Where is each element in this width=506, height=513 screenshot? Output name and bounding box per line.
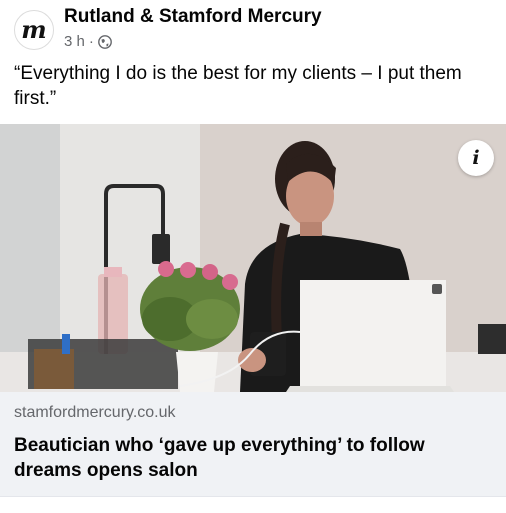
article-photo[interactable] bbox=[0, 124, 506, 392]
post-time[interactable]: 3 h bbox=[64, 33, 85, 50]
mercury-logo-icon: m bbox=[21, 15, 47, 44]
meta-separator: · bbox=[88, 33, 94, 50]
link-preview-card[interactable]: stamfordmercury.co.uk Beautician who ‘ga… bbox=[0, 392, 506, 496]
post-meta: 3 h · bbox=[64, 33, 112, 50]
beautician-photo bbox=[0, 124, 506, 392]
post-caption: “Everything I do is the best for my clie… bbox=[14, 63, 462, 109]
page-name-link[interactable]: Rutland & Stamford Mercury bbox=[64, 6, 322, 28]
page-avatar[interactable]: m bbox=[14, 10, 54, 50]
link-domain: stamfordmercury.co.uk bbox=[14, 404, 176, 421]
link-headline[interactable]: Beautician who ‘gave up everything’ to f… bbox=[14, 433, 484, 483]
info-icon: i bbox=[472, 147, 480, 169]
info-button[interactable]: i bbox=[458, 140, 494, 176]
post-header: m Rutland & Stamford Mercury 3 h · bbox=[0, 0, 506, 58]
globe-icon[interactable] bbox=[97, 34, 112, 49]
post-bottom-divider bbox=[0, 496, 506, 513]
